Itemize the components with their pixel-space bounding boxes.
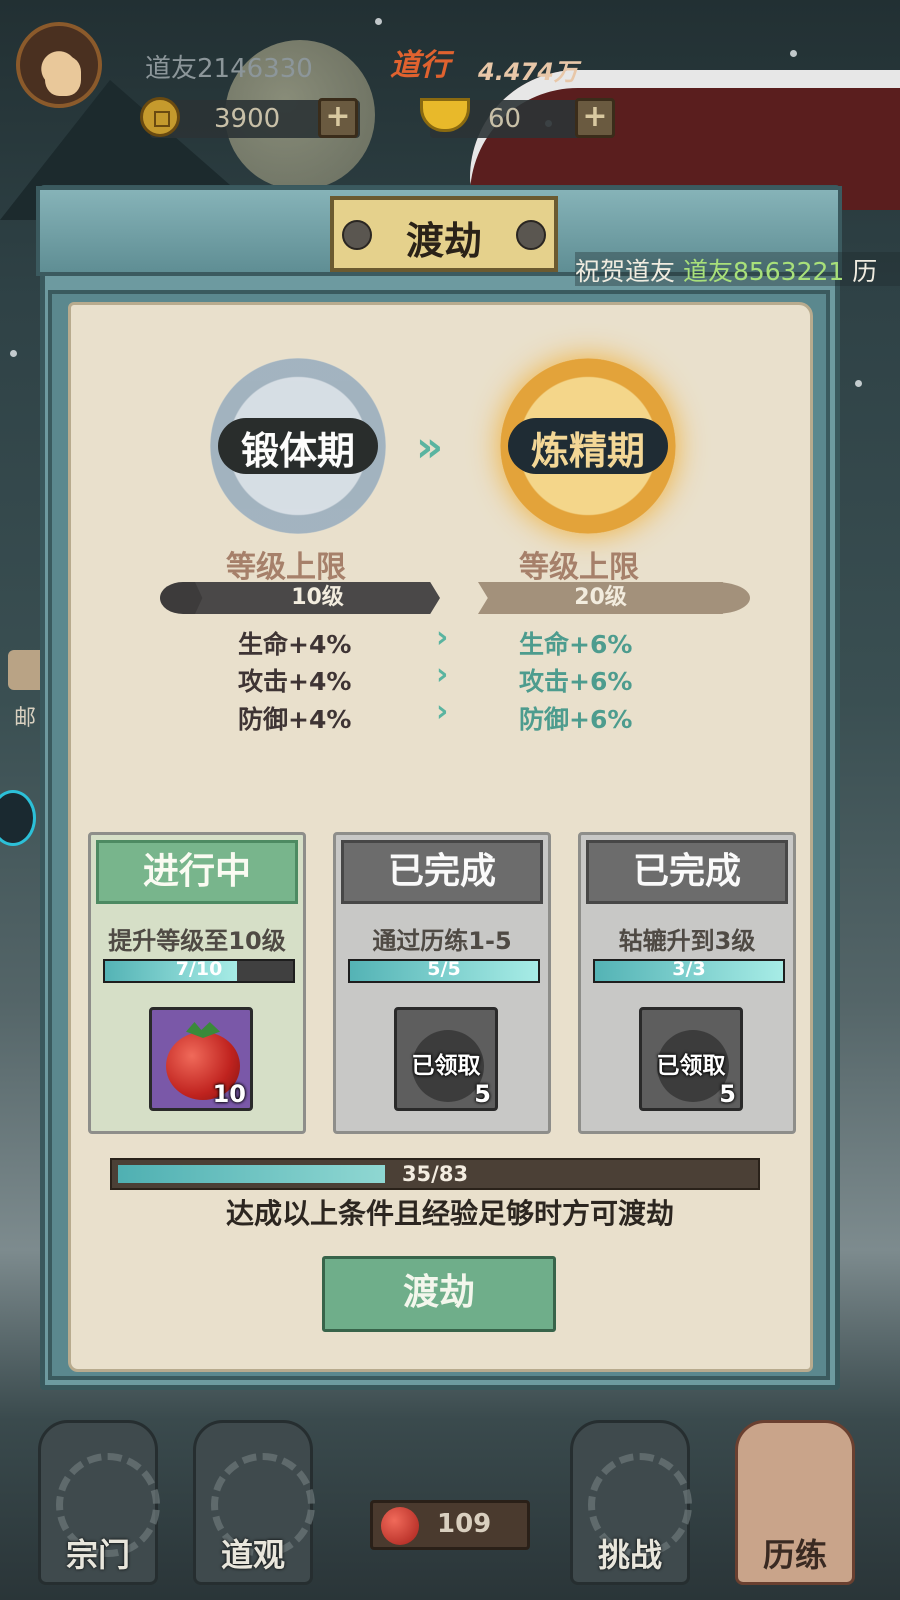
avatar-face-icon bbox=[45, 56, 81, 96]
daoxing-label: 道行 bbox=[390, 48, 450, 83]
player-avatar[interactable] bbox=[16, 22, 102, 108]
coin-count: 3900 bbox=[214, 104, 281, 134]
task-status-completed: 已完成 bbox=[341, 840, 543, 904]
task-status-completed: 已完成 bbox=[586, 840, 788, 904]
ingot-count: 60 bbox=[488, 104, 522, 134]
task-progress-text: 5/5 bbox=[427, 958, 461, 980]
chevron-right-icon: › bbox=[436, 657, 449, 692]
modal-title: 渡劫 bbox=[405, 219, 482, 263]
announcement-ticker: 祝贺道友 道友8563221 历 bbox=[575, 252, 900, 286]
nav-tab-training[interactable]: 历练 bbox=[735, 1420, 855, 1585]
exp-progress-text: 35/83 bbox=[401, 1162, 469, 1186]
daoxing-display: 道行 4.474万 bbox=[390, 40, 590, 86]
snowflake bbox=[375, 18, 382, 25]
nav-tab-temple[interactable]: 道观 bbox=[193, 1420, 315, 1585]
exp-progress-bar: 35/83 bbox=[110, 1158, 760, 1190]
next-stat-hp: 生命+6% bbox=[519, 630, 633, 659]
nav-label: 历练 bbox=[762, 1536, 827, 1574]
copper-coin-icon bbox=[140, 97, 180, 137]
current-stat-attack: 攻击+4% bbox=[238, 667, 352, 696]
snowflake bbox=[790, 50, 797, 57]
snowflake bbox=[10, 350, 17, 357]
next-cap-title: 等级上限 bbox=[519, 550, 639, 585]
reward-count: 10 bbox=[212, 1080, 246, 1108]
task-card-trial[interactable]: 已完成 通过历练1-5 5/5 已领取 5 bbox=[333, 832, 551, 1134]
current-cap-bar: 10级 bbox=[195, 582, 440, 614]
tomato-icon bbox=[381, 1507, 419, 1545]
current-stat-defense: 防御+4% bbox=[238, 705, 352, 734]
task-status-in-progress: 进行中 bbox=[96, 840, 298, 904]
stamina-display: 109 bbox=[370, 1500, 530, 1550]
claimed-label: 已领取 bbox=[656, 1053, 726, 1079]
task-progress-bar: 5/5 bbox=[348, 958, 540, 983]
snowflake bbox=[855, 380, 862, 387]
task-description: 通过历练1-5 bbox=[372, 927, 512, 955]
task-progress-text: 7/10 bbox=[175, 958, 223, 980]
task-card-level[interactable]: 进行中 提升等级至10级 7/10 10 bbox=[88, 832, 306, 1134]
task-progress-bar: 3/3 bbox=[593, 958, 785, 983]
claimed-label: 已领取 bbox=[411, 1053, 481, 1079]
add-coins-button[interactable]: + bbox=[318, 98, 358, 138]
current-realm-name: 锻体期 bbox=[240, 429, 355, 473]
tribulation-hint: 达成以上条件且经验足够时方可渡劫 bbox=[225, 1197, 674, 1230]
chevron-right-icon: › bbox=[436, 620, 449, 655]
reward-count: 5 bbox=[719, 1080, 736, 1108]
nav-tab-sect[interactable]: 宗门 bbox=[38, 1420, 160, 1585]
nav-tab-challenge[interactable]: 挑战 bbox=[570, 1420, 692, 1585]
reward-slot[interactable]: 已领取 5 bbox=[639, 1007, 743, 1111]
task-description: 提升等级至10级 bbox=[108, 927, 286, 955]
current-realm-emblem: 锻体期 bbox=[210, 358, 386, 534]
task-card-wheel[interactable]: 已完成 轱辘升到3级 3/3 已领取 5 bbox=[578, 832, 796, 1134]
ticker-suffix: 历 bbox=[844, 257, 878, 286]
ticker-prefix: 祝贺道友 bbox=[575, 257, 683, 286]
tribulation-button[interactable]: 渡劫 bbox=[322, 1256, 556, 1332]
stamina-count: 109 bbox=[437, 1509, 492, 1539]
ticker-player-name: 道友8563221 bbox=[682, 257, 845, 286]
task-progress-bar: 7/10 bbox=[103, 958, 295, 983]
reward-slot[interactable]: 10 bbox=[149, 1007, 253, 1111]
modal-title-plaque: 渡劫 bbox=[330, 196, 558, 272]
chevron-right-icon: › bbox=[436, 694, 449, 729]
reward-count: 5 bbox=[474, 1080, 491, 1108]
cloud-swirl-icon bbox=[680, 582, 750, 614]
nav-label: 挑战 bbox=[597, 1536, 662, 1574]
next-stat-attack: 攻击+6% bbox=[519, 667, 633, 696]
reward-slot[interactable]: 已领取 5 bbox=[394, 1007, 498, 1111]
task-progress-text: 3/3 bbox=[672, 958, 706, 980]
next-stat-defense: 防御+6% bbox=[519, 705, 633, 734]
nav-label: 道观 bbox=[220, 1536, 285, 1574]
daoxing-value: 4.474万 bbox=[478, 58, 578, 86]
task-description: 轱辘升到3级 bbox=[618, 927, 756, 955]
player-name: 道友2146330 bbox=[145, 54, 313, 84]
current-cap-title: 等级上限 bbox=[226, 550, 346, 585]
current-stat-hp: 生命+4% bbox=[238, 630, 352, 659]
add-ingots-button[interactable]: + bbox=[575, 98, 615, 138]
mail-label: 邮 bbox=[14, 706, 37, 731]
next-realm-name: 炼精期 bbox=[530, 429, 645, 473]
double-chevron-right-icon: » bbox=[416, 422, 443, 471]
next-realm-emblem: 炼精期 bbox=[500, 358, 676, 534]
nav-label: 宗门 bbox=[65, 1536, 130, 1574]
